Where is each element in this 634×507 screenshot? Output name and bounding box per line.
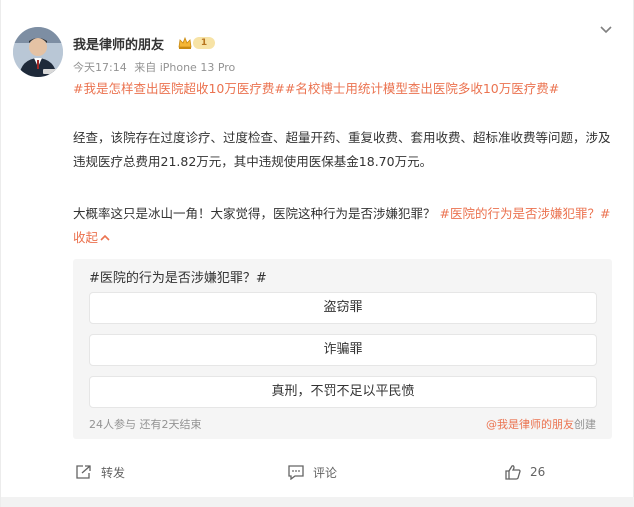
poll-stats: 24人参与 还有2天结束 (89, 418, 202, 431)
crown-icon (178, 36, 192, 49)
user-level-badge[interactable]: 1 (178, 36, 216, 50)
topic-link-1[interactable]: #我是怎样查出医院超收10万医疗费# (73, 81, 285, 96)
collapse-link[interactable]: 收起 (73, 230, 110, 245)
repost-icon (76, 465, 91, 479)
repost-label: 转发 (101, 465, 126, 480)
poll-card: #医院的行为是否涉嫌犯罪？# 盗窃罪 诈骗罪 真刑，不罚不足以平民愤 24人参与… (73, 259, 612, 439)
paragraph-2-text: 大概率这只是冰山一角！大家觉得，医院这种行为是否涉嫌犯罪？ (73, 206, 440, 221)
card-separator (1, 497, 634, 507)
level-number: 1 (193, 37, 215, 49)
post-paragraph-1: 经查，该院存在过度诊疗、过度检查、超量开药、重复收费、套用收费、超标准收费等问题… (73, 130, 611, 169)
poll-option-3[interactable]: 真刑，不罚不足以平民愤 (89, 376, 597, 408)
avatar-photo-icon (13, 27, 63, 77)
poll-creator-link[interactable]: @我是律师的朋友 (486, 418, 574, 431)
topic-link-2[interactable]: #名校博士用统计模型查出医院多收10万医疗费# (285, 81, 559, 96)
poll-option-2[interactable]: 诈骗罪 (89, 334, 597, 366)
action-bar: 转发 评论 26 (1, 460, 634, 484)
chevron-down-icon[interactable] (599, 22, 613, 36)
comment-label: 评论 (313, 465, 338, 480)
author-name[interactable]: 我是律师的朋友 (73, 34, 164, 53)
topic-link-3[interactable]: #医院的行为是否涉嫌犯罪？# (439, 206, 610, 221)
poll-option-1[interactable]: 盗窃罪 (89, 292, 597, 324)
comment-button[interactable]: 评论 (287, 460, 337, 484)
post-meta: 今天17:14 来自 iPhone 13 Pro (73, 59, 235, 75)
poll-title: #医院的行为是否涉嫌犯罪？# (89, 271, 267, 286)
thumbs-up-icon (505, 465, 521, 480)
post-source: 来自 iPhone 13 Pro (134, 61, 236, 74)
like-button[interactable]: 26 (504, 460, 545, 484)
post-time[interactable]: 今天17:14 (73, 61, 127, 74)
post-paragraph-2: 大概率这只是冰山一角！大家觉得，医院这种行为是否涉嫌犯罪？ #医院的行为是否涉嫌… (73, 202, 618, 250)
avatar[interactable] (13, 27, 63, 77)
chevron-up-icon (100, 234, 110, 241)
like-count: 26 (530, 465, 546, 479)
collapse-label: 收起 (73, 230, 99, 245)
comment-icon (288, 465, 304, 480)
topic-links: #我是怎样查出医院超收10万医疗费##名校博士用统计模型查出医院多收10万医疗费… (73, 78, 559, 97)
repost-button[interactable]: 转发 (75, 460, 125, 484)
poll-creator: @我是律师的朋友创建 (486, 416, 596, 432)
post-card: 我是律师的朋友 1 今天17:14 来自 iPhone 13 Pro #我是怎样… (0, 0, 634, 507)
poll-creator-suffix: 创建 (574, 418, 596, 431)
